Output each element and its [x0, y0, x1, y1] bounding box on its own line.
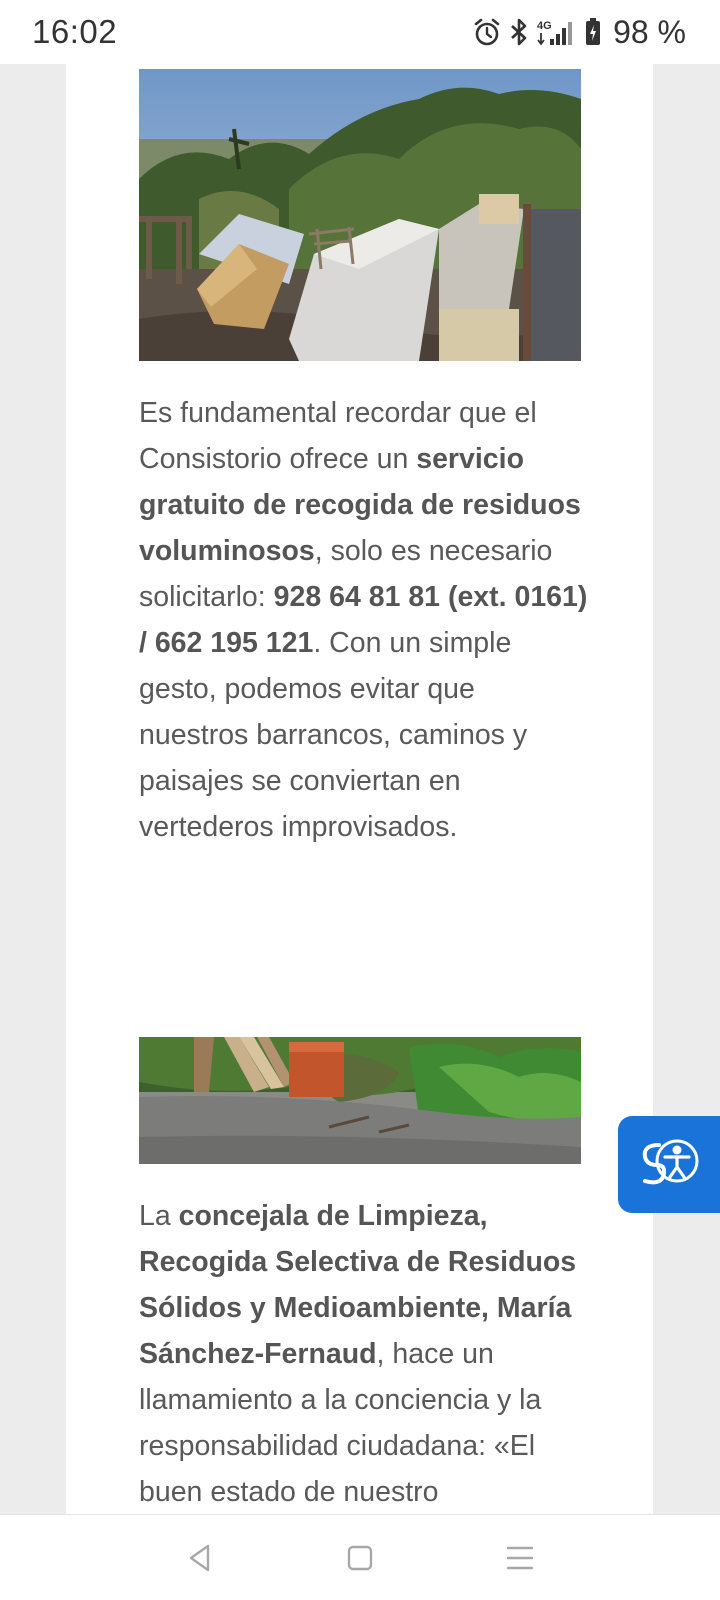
bluetooth-icon — [509, 17, 529, 47]
recents-button[interactable] — [496, 1534, 544, 1582]
home-button[interactable] — [336, 1534, 384, 1582]
home-icon — [347, 1545, 373, 1570]
status-bar: 16:02 4G 98 % — [0, 0, 720, 64]
accessibility-button[interactable] — [618, 1116, 720, 1213]
battery-icon — [585, 18, 601, 46]
status-icons: 4G 98 % — [473, 14, 686, 51]
menu-icon — [506, 1546, 534, 1569]
article-photo-roadside-waste — [139, 1037, 581, 1164]
back-button[interactable] — [176, 1534, 224, 1582]
back-icon — [189, 1544, 210, 1571]
paragraph-text: La — [139, 1200, 179, 1232]
paragraph-text: . Con un simple gesto, podemos evitar qu… — [139, 627, 528, 843]
paragraph-bold-text: concejala de Limpieza, Recogida Selectiv… — [139, 1200, 577, 1370]
status-time: 16:02 — [32, 13, 118, 50]
battery-level: 98 % — [613, 13, 686, 50]
svg-text:4G: 4G — [537, 20, 552, 32]
article-paragraph-councillor: La concejala de Limpieza, Recogida Selec… — [139, 1193, 589, 1515]
navigation-bar — [0, 1514, 720, 1600]
4g-signal-icon: 4G — [537, 17, 577, 47]
accessibility-icon — [635, 1135, 705, 1194]
alarm-icon — [473, 17, 501, 47]
article-photo-bulky-waste — [139, 69, 581, 361]
article-paragraph-service: Es fundamental recordar que el Consistor… — [139, 390, 589, 850]
